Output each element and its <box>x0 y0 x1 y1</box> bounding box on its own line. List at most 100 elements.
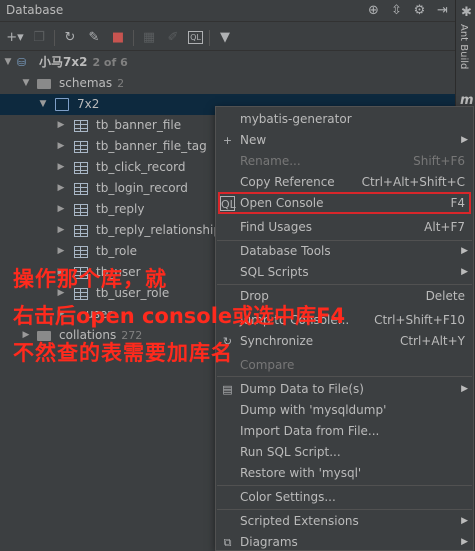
table-icon <box>74 162 88 174</box>
split-icon[interactable]: ⇳ <box>388 2 405 19</box>
menu-item-scripted-extensions[interactable]: Scripted Extensions ▶ <box>216 511 473 532</box>
menu-item-find-usages[interactable]: Find Usages Alt+F7 <box>216 217 473 238</box>
menu-item-shortcut: Ctrl+Alt+Shift+C <box>361 175 465 189</box>
collapse-arrow-icon[interactable]: ▶ <box>56 220 66 241</box>
menu-item-diagrams[interactable]: ⧉ Diagrams ▶ <box>216 532 473 551</box>
menu-item-label: Database Tools <box>240 244 331 258</box>
table-label: tb_reply <box>96 202 145 216</box>
plus-icon: + <box>222 134 233 147</box>
menu-separator <box>217 284 472 285</box>
table-label: tb_reply_relationship <box>96 223 221 237</box>
stop-icon[interactable]: ■ <box>109 29 127 47</box>
ant-build-tab[interactable]: Ant Build <box>458 24 469 69</box>
annotation-line-1: 操作那个库，就 <box>13 267 167 291</box>
tree-root-row[interactable]: ▼ ⛁ 小马7x2 2 of 6 <box>0 52 455 73</box>
collapse-arrow-icon[interactable]: ▶ <box>56 199 66 220</box>
menu-item-database-tools[interactable]: Database Tools ▶ <box>216 241 473 262</box>
menu-item-restore[interactable]: Restore with 'mysql' <box>216 463 473 484</box>
menu-separator <box>217 485 472 486</box>
menu-item-label: mybatis-generator <box>240 112 352 126</box>
table-view-icon[interactable]: ▦ <box>140 29 158 47</box>
properties-icon[interactable]: ✎ <box>85 29 103 47</box>
expand-arrow-icon[interactable]: ▼ <box>3 52 13 73</box>
collapse-arrow-icon[interactable]: ▶ <box>56 136 66 157</box>
console-icon[interactable]: QL <box>188 31 203 44</box>
diagram-icon: ⧉ <box>223 536 232 549</box>
table-icon <box>74 204 88 216</box>
submenu-arrow-icon: ▶ <box>461 516 468 526</box>
crosshair-icon[interactable]: ⊕ <box>365 2 382 19</box>
menu-item-synchronize[interactable]: ↻ Synchronize Ctrl+Alt+Y <box>216 331 473 352</box>
annotation-line-3: 不然查的表需要加库名 <box>13 341 233 365</box>
collapse-arrow-icon[interactable]: ▶ <box>56 241 66 262</box>
menu-item-shortcut: Ctrl+Alt+Y <box>399 334 465 348</box>
ant-icon[interactable]: ✱ <box>458 4 475 21</box>
menu-item-rename[interactable]: Rename... Shift+F6 <box>216 151 473 172</box>
refresh-icon[interactable]: ↻ <box>61 29 79 47</box>
expand-arrow-icon[interactable]: ▼ <box>21 73 31 94</box>
tree-schemas-row[interactable]: ▼ schemas 2 <box>0 73 455 94</box>
expand-arrow-icon[interactable]: ▼ <box>38 94 48 115</box>
table-icon <box>74 120 88 132</box>
toolbar-separator <box>54 29 55 46</box>
toolbar-separator <box>133 29 134 46</box>
menu-item-shortcut: Alt+F7 <box>424 220 465 234</box>
schemas-count: 2 <box>117 77 125 90</box>
schemas-label: schemas <box>59 76 113 90</box>
filter-icon[interactable]: ▼ <box>216 29 234 47</box>
menu-item-label: Import Data from File... <box>240 424 380 438</box>
annotation-highlight-box <box>218 192 471 214</box>
menu-item-label: Scripted Extensions <box>240 514 359 528</box>
datasource-count: 2 of 6 <box>92 56 128 69</box>
gear-icon[interactable]: ⚙ <box>411 2 428 19</box>
menu-item-dump-mysqldump[interactable]: Dump with 'mysqldump' <box>216 400 473 421</box>
collapse-arrow-icon[interactable]: ▶ <box>56 178 66 199</box>
panel-titlebar: Database ⊕ ⇳ ⚙ ⇥ <box>0 0 455 22</box>
menu-item-shortcut: Ctrl+Shift+F10 <box>374 313 465 327</box>
menu-item-compare[interactable]: Compare <box>216 355 473 376</box>
menu-item-label: Restore with 'mysql' <box>240 466 362 480</box>
table-icon <box>74 246 88 258</box>
database-toolbar: +▾ ❐ ↻ ✎ ■ ▦ ✐ QL ▼ <box>0 25 455 51</box>
menu-item-color-settings[interactable]: Color Settings... <box>216 487 473 508</box>
menu-item-label: SQL Scripts <box>240 265 309 279</box>
datasource-label: 小马7x2 <box>39 55 88 69</box>
edit-icon[interactable]: ✐ <box>164 29 182 47</box>
table-label: tb_banner_file <box>96 118 182 132</box>
table-label: tb_click_record <box>96 160 186 174</box>
table-icon <box>74 141 88 153</box>
datasource-icon: ⛁ <box>17 56 27 69</box>
submenu-arrow-icon: ▶ <box>461 384 468 394</box>
menu-item-sql-scripts[interactable]: SQL Scripts ▶ <box>216 262 473 283</box>
submenu-arrow-icon: ▶ <box>461 267 468 277</box>
menu-item-label: Copy Reference <box>240 175 335 189</box>
menu-item-copy-reference[interactable]: Copy Reference Ctrl+Alt+Shift+C <box>216 172 473 193</box>
toolbar-separator <box>209 29 210 46</box>
menu-separator <box>217 376 472 377</box>
menu-item-dump-to-file[interactable]: ▤ Dump Data to File(s) ▶ <box>216 379 473 400</box>
menu-separator <box>217 509 472 510</box>
menu-item-label: Synchronize <box>240 334 314 348</box>
collapse-arrow-icon[interactable]: ▶ <box>56 157 66 178</box>
menu-item-label: Diagrams <box>240 535 298 549</box>
folder-icon <box>37 79 51 89</box>
menu-item-label: Dump Data to File(s) <box>240 382 364 396</box>
menu-item-new[interactable]: + New ▶ <box>216 130 473 151</box>
submenu-arrow-icon: ▶ <box>461 135 468 145</box>
menu-item-mybatis-generator[interactable]: mybatis-generator <box>216 109 473 130</box>
submenu-arrow-icon: ▶ <box>461 537 468 547</box>
copy-icon[interactable]: ❐ <box>30 29 48 47</box>
collapse-arrow-icon[interactable]: ▶ <box>56 115 66 136</box>
menu-item-label: Rename... <box>240 154 301 168</box>
table-icon <box>74 183 88 195</box>
hide-icon[interactable]: ⇥ <box>434 2 451 19</box>
menu-item-import-data[interactable]: Import Data from File... <box>216 421 473 442</box>
menu-item-run-sql-script[interactable]: Run SQL Script... <box>216 442 473 463</box>
panel-title: Database <box>6 3 64 17</box>
menu-item-shortcut: Delete <box>425 289 465 303</box>
submenu-arrow-icon: ▶ <box>461 246 468 256</box>
table-icon <box>74 225 88 237</box>
add-icon[interactable]: +▾ <box>6 29 24 47</box>
annotation-line-2: 右击后open console或选中库F4 <box>13 304 346 328</box>
table-label: tb_banner_file_tag <box>96 139 207 153</box>
